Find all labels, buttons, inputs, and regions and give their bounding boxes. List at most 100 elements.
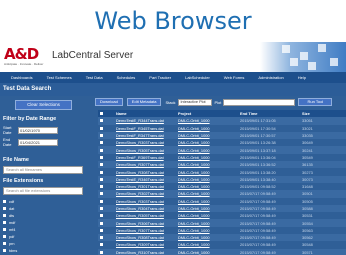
- extension-checkbox[interactable]: [3, 200, 6, 203]
- file-extension-search-input[interactable]: Search all file extensions: [3, 187, 83, 195]
- file-name-link[interactable]: DemoShow_R309Trans.dat: [114, 241, 176, 249]
- start-date-input[interactable]: 01/02/1970: [18, 126, 58, 134]
- table-row[interactable]: DemoShow_R305Trans.dat DMLC-Orbit_1000 201…: [98, 212, 346, 220]
- table-row[interactable]: DemoShow_R308Trans.dat DMLC-Orbit_1000 201…: [98, 168, 346, 176]
- project-column-header[interactable]: Project: [176, 110, 238, 118]
- project-link[interactable]: DMLC-Orbit_1000: [176, 234, 238, 242]
- menu-item-dashboards[interactable]: Dashboards: [11, 75, 33, 80]
- size-column-header[interactable]: Size: [300, 110, 346, 118]
- extension-item[interactable]: mdf: [3, 219, 87, 226]
- file-name-link[interactable]: DemoShow_R303Trans.dat: [114, 197, 176, 205]
- row-checkbox[interactable]: [98, 197, 106, 205]
- table-row[interactable]: DemoShow_R305Trans.dat DMLC-Orbit_1000 201…: [98, 146, 346, 154]
- project-link[interactable]: DMLC-Orbit_1000: [176, 161, 238, 169]
- row-checkbox[interactable]: [98, 234, 106, 242]
- file-name-link[interactable]: DemoShow_R308Trans.dat: [114, 234, 176, 242]
- project-link[interactable]: DMLC-Orbit_1000: [176, 153, 238, 162]
- project-link[interactable]: DMLC-Orbit_1000: [176, 175, 238, 183]
- table-row[interactable]: DemoTestE_R346Trans.dat DMLC-Orbit_1000 20…: [98, 175, 346, 183]
- project-link[interactable]: DMLC-Orbit_1000: [176, 117, 238, 125]
- row-checkbox[interactable]: [98, 131, 106, 140]
- file-name-link[interactable]: DemoTestE_R344Trans.dat: [114, 117, 176, 125]
- extension-item[interactable]: cdf: [3, 198, 87, 205]
- menu-item-test-schemes[interactable]: Test Schemes: [47, 75, 72, 80]
- table-row[interactable]: DemoTestE_R344Trans.dat DMLC-Orbit_1000 20…: [98, 117, 346, 125]
- table-row[interactable]: DemoShow_R303Trans.dat DMLC-Orbit_1000 201…: [98, 139, 346, 147]
- extension-checkbox[interactable]: [3, 228, 6, 231]
- menu-item-web-forms[interactable]: Web Forms: [224, 75, 245, 80]
- name-column-header[interactable]: Name: [114, 110, 176, 118]
- menu-item-help[interactable]: Help: [298, 75, 306, 80]
- project-link[interactable]: DMLC-Orbit_1000: [176, 248, 238, 255]
- table-row[interactable]: DemoShow_R307Trans.dat DMLC-Orbit_1000 201…: [98, 226, 346, 235]
- row-checkbox[interactable]: [98, 139, 106, 147]
- extension-item[interactable]: mf4: [3, 226, 87, 233]
- select-all-checkbox[interactable]: [98, 110, 106, 118]
- project-link[interactable]: DMLC-Orbit_1000: [176, 124, 238, 132]
- end-time-column-header[interactable]: End Time: [238, 110, 300, 118]
- menu-item-part-tracker[interactable]: Part Tracker: [149, 75, 171, 80]
- menu-item-administration[interactable]: Administration: [258, 75, 283, 80]
- table-row[interactable]: DemoShow_R310Trans.dat DMLC-Orbit_1000 201…: [98, 248, 346, 255]
- row-checkbox[interactable]: [98, 212, 106, 220]
- row-checkbox[interactable]: [98, 219, 106, 227]
- table-row[interactable]: DemoShow_R308Trans.dat DMLC-Orbit_1000 201…: [98, 234, 346, 242]
- row-checkbox[interactable]: [98, 146, 106, 154]
- project-link[interactable]: DMLC-Orbit_1000: [176, 182, 238, 191]
- file-name-link[interactable]: DemoShow_R306Trans.dat: [114, 219, 176, 227]
- extension-item[interactable]: tdms: [3, 247, 87, 254]
- extension-checkbox[interactable]: [3, 235, 6, 238]
- project-link[interactable]: DMLC-Orbit_1000: [176, 226, 238, 235]
- file-name-link[interactable]: DemoShow_R307Trans.dat: [114, 161, 176, 169]
- file-name-link[interactable]: DemoShow_R304Trans.dat: [114, 204, 176, 213]
- file-name-link[interactable]: DemoShow_R305Trans.dat: [114, 146, 176, 154]
- extension-checkbox[interactable]: [3, 221, 6, 224]
- edit-metadata-button[interactable]: Edit Metadata: [126, 98, 162, 106]
- file-name-link[interactable]: DemoShow_R310Trans.dat: [114, 248, 176, 255]
- row-checkbox[interactable]: [98, 117, 106, 125]
- file-name-link[interactable]: DemoTestE_R346Trans.dat: [114, 175, 176, 183]
- row-checkbox[interactable]: [98, 248, 106, 255]
- table-row[interactable]: DemoShow_R304Trans.dat DMLC-Orbit_1000 201…: [98, 204, 346, 213]
- table-row[interactable]: DemoTestF_R345Trans.dat DMLC-Orbit_1000 20…: [98, 124, 346, 132]
- table-row[interactable]: DemoShow_R301Trans.dat DMLC-Orbit_1000 201…: [98, 182, 346, 191]
- menu-item-labscheduler[interactable]: LabScheduler: [185, 75, 210, 80]
- file-name-search-input[interactable]: Search all filenames: [3, 166, 83, 174]
- table-row[interactable]: DemoShow_R303Trans.dat DMLC-Orbit_1000 201…: [98, 197, 346, 205]
- table-row[interactable]: DemoShow_R302Trans.dat DMLC-Orbit_1000 201…: [98, 190, 346, 198]
- row-checkbox[interactable]: [98, 161, 106, 169]
- row-checkbox[interactable]: [98, 153, 106, 162]
- project-link[interactable]: DMLC-Orbit_1000: [176, 146, 238, 154]
- project-link[interactable]: DMLC-Orbit_1000: [176, 212, 238, 220]
- project-link[interactable]: DMLC-Orbit_1000: [176, 190, 238, 198]
- extension-checkbox[interactable]: [3, 214, 6, 217]
- file-name-link[interactable]: DemoShow_R307Trans.dat: [114, 226, 176, 235]
- extension-checkbox[interactable]: [3, 207, 6, 210]
- table-row[interactable]: DemoShow_R309Trans.dat DMLC-Orbit_1000 201…: [98, 241, 346, 249]
- project-link[interactable]: DMLC-Orbit_1000: [176, 131, 238, 140]
- project-link[interactable]: DMLC-Orbit_1000: [176, 241, 238, 249]
- extension-checkbox[interactable]: [3, 249, 6, 252]
- file-name-link[interactable]: DemoTestF_R347Trans.dat: [114, 131, 176, 140]
- table-row[interactable]: DemoTestF_R369Trans.dat DMLC-Orbit_1000 20…: [98, 153, 346, 162]
- download-button[interactable]: Download: [95, 98, 123, 106]
- extension-item[interactable]: dts: [3, 212, 87, 219]
- file-name-link[interactable]: DemoShow_R301Trans.dat: [114, 182, 176, 191]
- row-checkbox[interactable]: [98, 175, 106, 183]
- extension-checkbox[interactable]: [3, 242, 6, 245]
- row-checkbox[interactable]: [98, 182, 106, 191]
- stack-select[interactable]: Interactive Plot: [177, 98, 212, 106]
- row-checkbox[interactable]: [98, 168, 106, 176]
- file-name-link[interactable]: DemoShow_R303Trans.dat: [114, 139, 176, 147]
- plot-select[interactable]: [223, 98, 296, 106]
- project-link[interactable]: DMLC-Orbit_1000: [176, 204, 238, 213]
- extension-item[interactable]: prn: [3, 240, 87, 247]
- run-tool-button[interactable]: Run Tool: [298, 98, 333, 106]
- row-checkbox[interactable]: [98, 204, 106, 213]
- file-name-link[interactable]: DemoShow_R308Trans.dat: [114, 168, 176, 176]
- project-link[interactable]: DMLC-Orbit_1000: [176, 168, 238, 176]
- row-checkbox[interactable]: [98, 190, 106, 198]
- menu-item-schedules[interactable]: Schedules: [117, 75, 136, 80]
- clear-selections-button[interactable]: Clear Selections: [15, 100, 72, 110]
- project-link[interactable]: DMLC-Orbit_1000: [176, 197, 238, 205]
